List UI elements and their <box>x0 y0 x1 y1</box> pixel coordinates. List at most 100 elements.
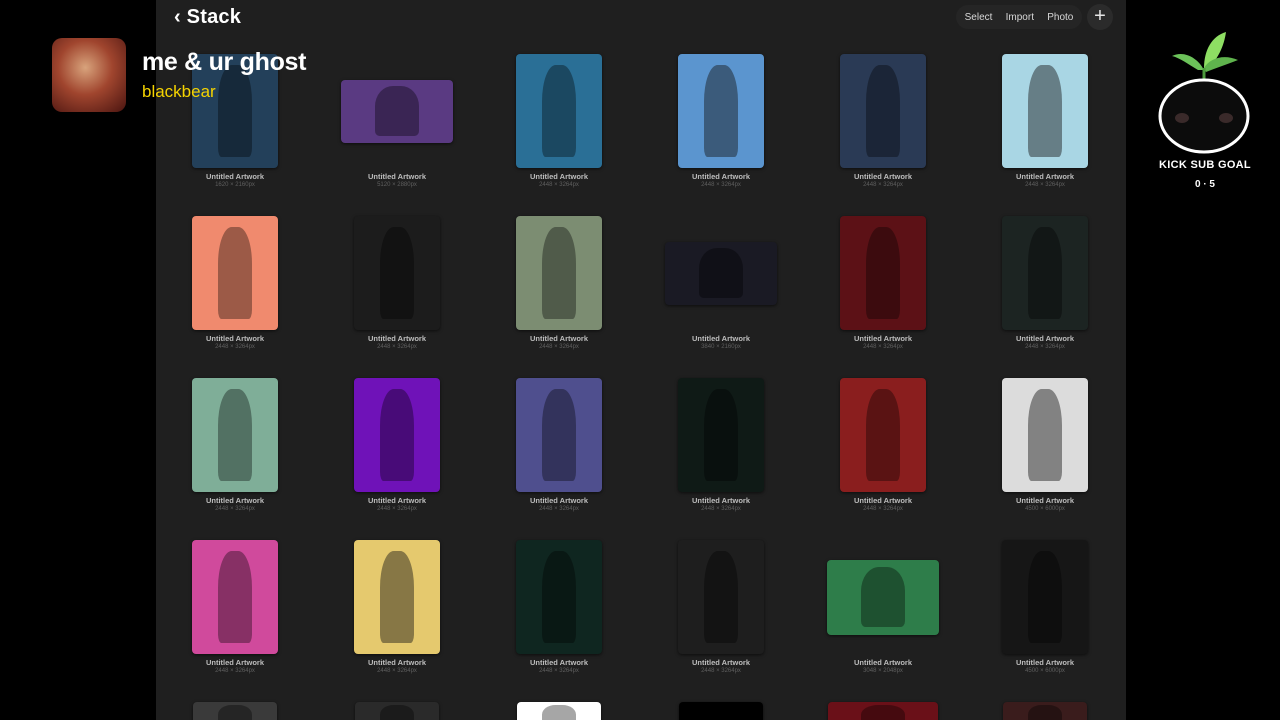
artwork-tile[interactable]: Untitled Artwork 2448 × 3264px <box>808 52 958 212</box>
artwork-thumbnail-partial[interactable] <box>679 702 763 720</box>
artwork-tile[interactable]: Untitled Artwork 2448 × 3264px <box>322 376 472 536</box>
artwork-tile[interactable]: Untitled Artwork 2448 × 3264px <box>484 376 634 536</box>
artwork-thumbnail-partial[interactable] <box>828 702 938 720</box>
artwork-tile[interactable]: Untitled Artwork 2448 × 3264px <box>160 376 310 536</box>
artwork-thumbnail[interactable] <box>516 540 602 654</box>
artwork-tile[interactable]: Untitled Artwork 2448 × 3264px <box>646 52 796 212</box>
artwork-thumbnail[interactable] <box>516 378 602 492</box>
artwork-title: Untitled Artwork <box>1015 496 1075 505</box>
artwork-thumbnail[interactable] <box>354 378 440 492</box>
artwork-tile[interactable]: Untitled Artwork 2448 × 3264px <box>160 538 310 698</box>
artwork-title: Untitled Artwork <box>1015 172 1075 181</box>
artwork-tile[interactable]: Untitled Artwork 2448 × 3264px <box>646 376 796 536</box>
gallery-header: ‹ Stack Select Import Photo + <box>156 0 1126 36</box>
artwork-tile[interactable]: Untitled Artwork 2448 × 3264px <box>970 52 1120 212</box>
artwork-thumbnail[interactable] <box>678 378 764 492</box>
artwork-tile[interactable]: Untitled Artwork 2448 × 3264px <box>484 538 634 698</box>
artwork-tile[interactable]: Untitled Artwork 4500 × 6000px <box>970 376 1120 536</box>
artwork-thumbnail[interactable] <box>1002 540 1088 654</box>
header-actions: Select Import Photo <box>956 5 1082 29</box>
artwork-title: Untitled Artwork <box>529 172 589 181</box>
artwork-title: Untitled Artwork <box>529 658 589 667</box>
artwork-thumbnail[interactable] <box>354 216 440 330</box>
artwork-title: Untitled Artwork <box>367 172 427 181</box>
sub-goal-widget: KICK SUB GOAL 0 · 5 <box>1150 28 1260 198</box>
artwork-thumbnail-partial[interactable] <box>355 702 439 720</box>
artwork-thumbnail-partial[interactable] <box>193 702 277 720</box>
artwork-thumbnail[interactable] <box>192 540 278 654</box>
artwork-dimensions: 2448 × 3264px <box>863 344 903 350</box>
artwork-thumbnail-partial[interactable] <box>1003 702 1087 720</box>
stream-frame: ‹ Stack Select Import Photo + Untitled A… <box>0 0 1280 720</box>
select-button[interactable]: Select <box>965 12 993 23</box>
artwork-thumbnail[interactable] <box>678 540 764 654</box>
artwork-tile[interactable]: Untitled Artwork 2448 × 3264px <box>484 52 634 212</box>
artwork-tile[interactable]: Untitled Artwork 5120 × 2880px <box>322 52 472 212</box>
artwork-thumbnail[interactable] <box>678 54 764 168</box>
artwork-dimensions: 1620 × 2160px <box>215 182 255 188</box>
sprout-mascot-icon <box>1158 32 1250 154</box>
artwork-title: Untitled Artwork <box>691 172 751 181</box>
artwork-dimensions: 2448 × 3264px <box>539 506 579 512</box>
artwork-title: Untitled Artwork <box>853 334 913 343</box>
artwork-dimensions: 2448 × 3264px <box>215 506 255 512</box>
artwork-title: Untitled Artwork <box>367 496 427 505</box>
artwork-thumbnail[interactable] <box>516 216 602 330</box>
stack-title: Stack <box>186 5 242 28</box>
artwork-tile[interactable]: Untitled Artwork 2448 × 3264px <box>322 538 472 698</box>
artwork-tile[interactable]: Untitled Artwork 2448 × 3264px <box>484 214 634 374</box>
artwork-thumbnail[interactable] <box>665 241 777 305</box>
song-artist: blackbear <box>142 82 216 101</box>
artwork-thumbnail[interactable] <box>354 540 440 654</box>
artwork-tile[interactable]: Untitled Artwork 2448 × 3264px <box>322 214 472 374</box>
artwork-title: Untitled Artwork <box>853 496 913 505</box>
artwork-dimensions: 2448 × 3264px <box>377 506 417 512</box>
album-cover <box>52 38 126 112</box>
artwork-dimensions: 2448 × 3264px <box>539 668 579 674</box>
import-button[interactable]: Import <box>1006 12 1034 23</box>
artwork-dimensions: 4500 × 6000px <box>1025 506 1065 512</box>
artwork-title: Untitled Artwork <box>691 334 751 343</box>
artwork-title: Untitled Artwork <box>367 334 427 343</box>
artwork-thumbnail[interactable] <box>192 378 278 492</box>
artwork-thumbnail[interactable] <box>840 54 926 168</box>
artwork-thumbnail[interactable] <box>1002 216 1088 330</box>
artwork-title: Untitled Artwork <box>205 658 265 667</box>
artwork-thumbnail[interactable] <box>1002 378 1088 492</box>
plus-icon[interactable]: + <box>1087 4 1113 30</box>
artwork-tile[interactable]: Untitled Artwork 2448 × 3264px <box>970 214 1120 374</box>
artwork-thumbnail[interactable] <box>516 54 602 168</box>
artwork-tile[interactable]: Untitled Artwork 4500 × 6000px <box>970 538 1120 698</box>
artwork-dimensions: 2448 × 3264px <box>215 344 255 350</box>
artwork-dimensions: 2448 × 3264px <box>215 668 255 674</box>
artwork-title: Untitled Artwork <box>1015 334 1075 343</box>
artwork-dimensions: 2448 × 3264px <box>863 506 903 512</box>
artwork-thumbnail[interactable] <box>827 559 939 635</box>
artwork-title: Untitled Artwork <box>205 172 265 181</box>
artwork-tile[interactable]: Untitled Artwork 2448 × 3264px <box>808 376 958 536</box>
back-button[interactable]: ‹ Stack <box>174 5 241 29</box>
artwork-thumbnail[interactable] <box>840 216 926 330</box>
artwork-dimensions: 2448 × 3264px <box>1025 182 1065 188</box>
artwork-thumbnail-partial[interactable] <box>517 702 601 720</box>
artwork-dimensions: 2448 × 3264px <box>377 344 417 350</box>
artwork-title: Untitled Artwork <box>691 658 751 667</box>
artwork-dimensions: 5120 × 2880px <box>377 182 417 188</box>
artwork-tile[interactable]: Untitled Artwork 2448 × 3264px <box>646 538 796 698</box>
artwork-dimensions: 2448 × 3264px <box>701 182 741 188</box>
artwork-thumbnail[interactable] <box>1002 54 1088 168</box>
artwork-tile[interactable]: Untitled Artwork 2448 × 3264px <box>808 214 958 374</box>
artwork-thumbnail[interactable] <box>192 216 278 330</box>
artwork-tile[interactable]: Untitled Artwork 2448 × 3264px <box>160 214 310 374</box>
artwork-title: Untitled Artwork <box>691 496 751 505</box>
artwork-title: Untitled Artwork <box>853 172 913 181</box>
artwork-tile[interactable]: Untitled Artwork 3840 × 2160px <box>646 214 796 374</box>
artwork-dimensions: 2448 × 3264px <box>377 668 417 674</box>
song-title: me & ur ghost <box>142 48 307 76</box>
artwork-thumbnail[interactable] <box>341 79 453 143</box>
artwork-thumbnail[interactable] <box>840 378 926 492</box>
artwork-dimensions: 2448 × 3264px <box>539 344 579 350</box>
photo-button[interactable]: Photo <box>1047 12 1073 23</box>
artwork-tile[interactable]: Untitled Artwork 3048 × 2048px <box>808 538 958 698</box>
artwork-title: Untitled Artwork <box>205 496 265 505</box>
